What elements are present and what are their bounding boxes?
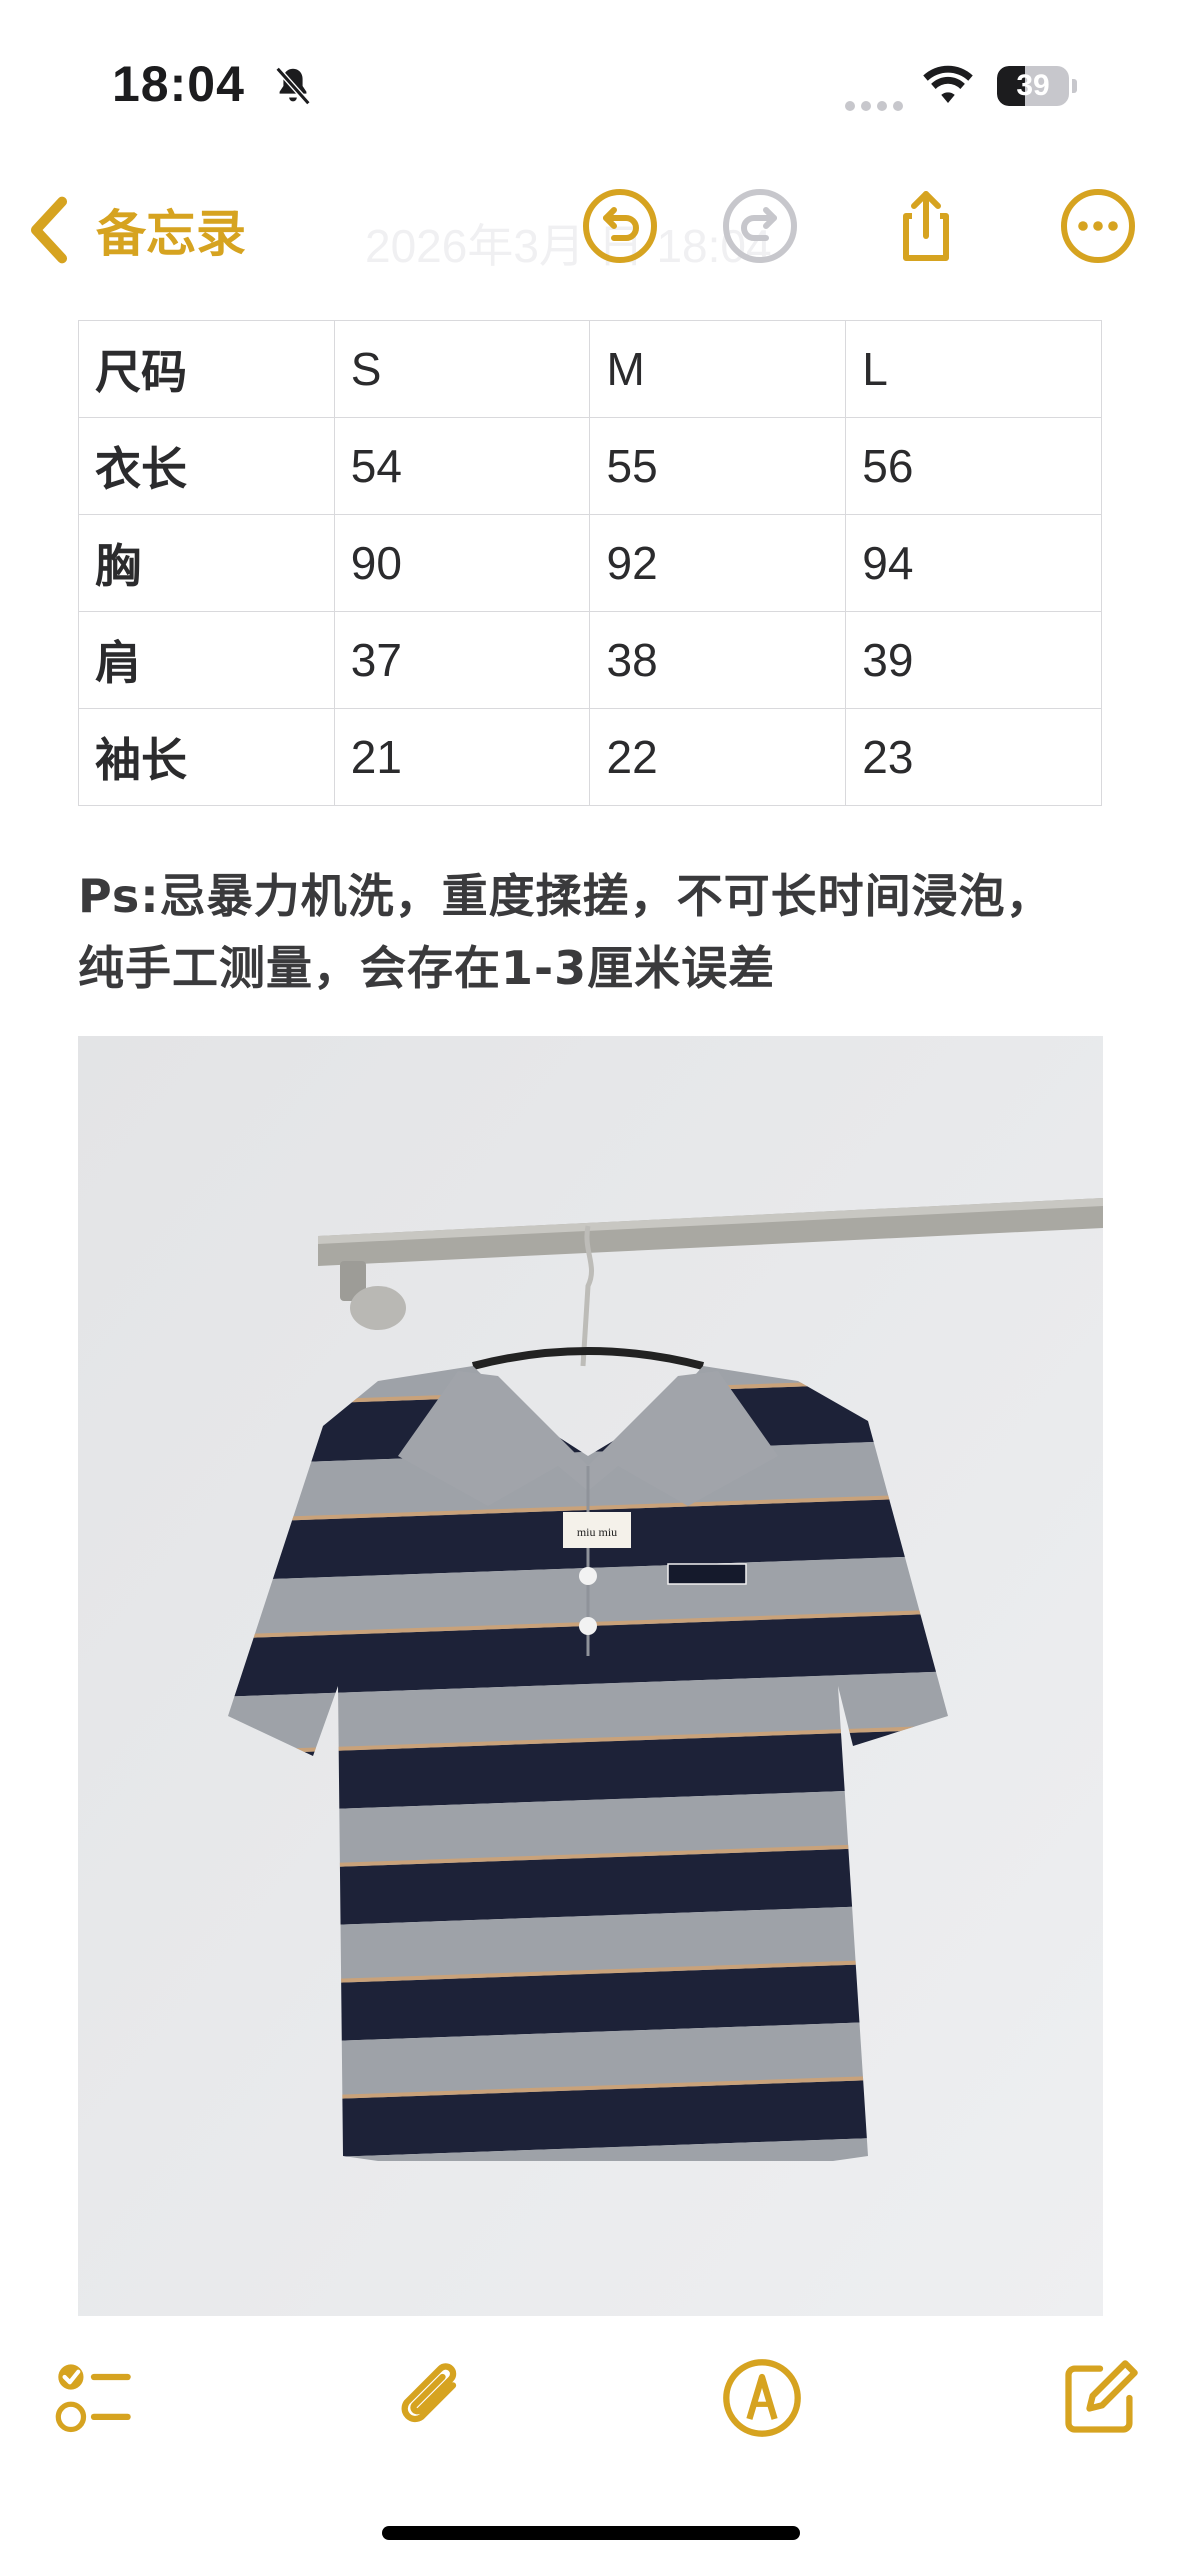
table-cell: 92 [589, 514, 847, 612]
note-line: Ps:忌暴力机洗，重度揉搓，不可长时间浸泡， [78, 869, 1053, 923]
table-cell: 22 [589, 708, 847, 806]
markup-pen-icon[interactable] [720, 2356, 804, 2440]
table-row: 衣长 54 55 56 [78, 417, 1102, 515]
table-cell: 90 [333, 514, 591, 612]
note-line: 纯手工测量，会存在1-3厘米误差 [78, 941, 776, 995]
home-indicator[interactable] [382, 2526, 800, 2540]
table-row: 袖长 21 22 23 [78, 708, 1102, 806]
more-icon[interactable] [1058, 186, 1138, 266]
table-row: 尺码 S M L [78, 320, 1102, 418]
table-cell: 37 [333, 611, 591, 709]
striped-polo-shirt-photo[interactable]: miu miu [78, 1036, 1103, 2316]
status-time: 18:04 [112, 56, 245, 112]
note-body[interactable]: Ps:忌暴力机洗，重度揉搓，不可长时间浸泡， 纯手工测量，会存在1-3厘米误差 [78, 860, 1118, 1004]
note-date: 2026年3月 日 18:04 [365, 220, 772, 272]
table-cell: 54 [333, 417, 591, 515]
battery-percent: 39 [1016, 69, 1050, 102]
table-cell: L [845, 320, 1102, 418]
undo-icon[interactable] [580, 186, 660, 266]
wifi-icon [923, 65, 973, 103]
table-cell: 胸 [78, 514, 335, 612]
table-cell: 23 [845, 708, 1102, 806]
table-cell: 袖长 [78, 708, 335, 806]
table-cell: 21 [333, 708, 591, 806]
table-cell: 56 [845, 417, 1102, 515]
back-button[interactable]: 备忘录 [26, 190, 246, 270]
table-cell: 尺码 [78, 320, 335, 418]
table-cell: S [333, 320, 591, 418]
share-icon[interactable] [886, 186, 966, 266]
table-cell: M [589, 320, 847, 418]
table-cell: 94 [845, 514, 1102, 612]
table-row: 胸 90 92 94 [78, 514, 1102, 612]
table-cell: 38 [589, 611, 847, 709]
compose-icon[interactable] [1058, 2356, 1142, 2440]
battery-icon: 39 [997, 66, 1077, 106]
size-table: 尺码 S M L 衣长 54 55 56 胸 90 92 94 肩 37 38 … [78, 320, 1102, 806]
table-row: 肩 37 38 39 [78, 611, 1102, 709]
table-cell: 55 [589, 417, 847, 515]
table-cell: 肩 [78, 611, 335, 709]
brand-label: miu miu [577, 1525, 617, 1539]
signal-icon [845, 96, 909, 115]
table-cell: 39 [845, 611, 1102, 709]
redo-icon[interactable] [720, 186, 800, 266]
paperclip-icon[interactable] [390, 2356, 474, 2440]
chevron-left-icon [30, 196, 68, 264]
table-cell: 衣长 [78, 417, 335, 515]
checklist-icon[interactable] [52, 2356, 136, 2440]
bell-slash-icon [275, 66, 311, 106]
back-label: 备忘录 [96, 205, 246, 263]
